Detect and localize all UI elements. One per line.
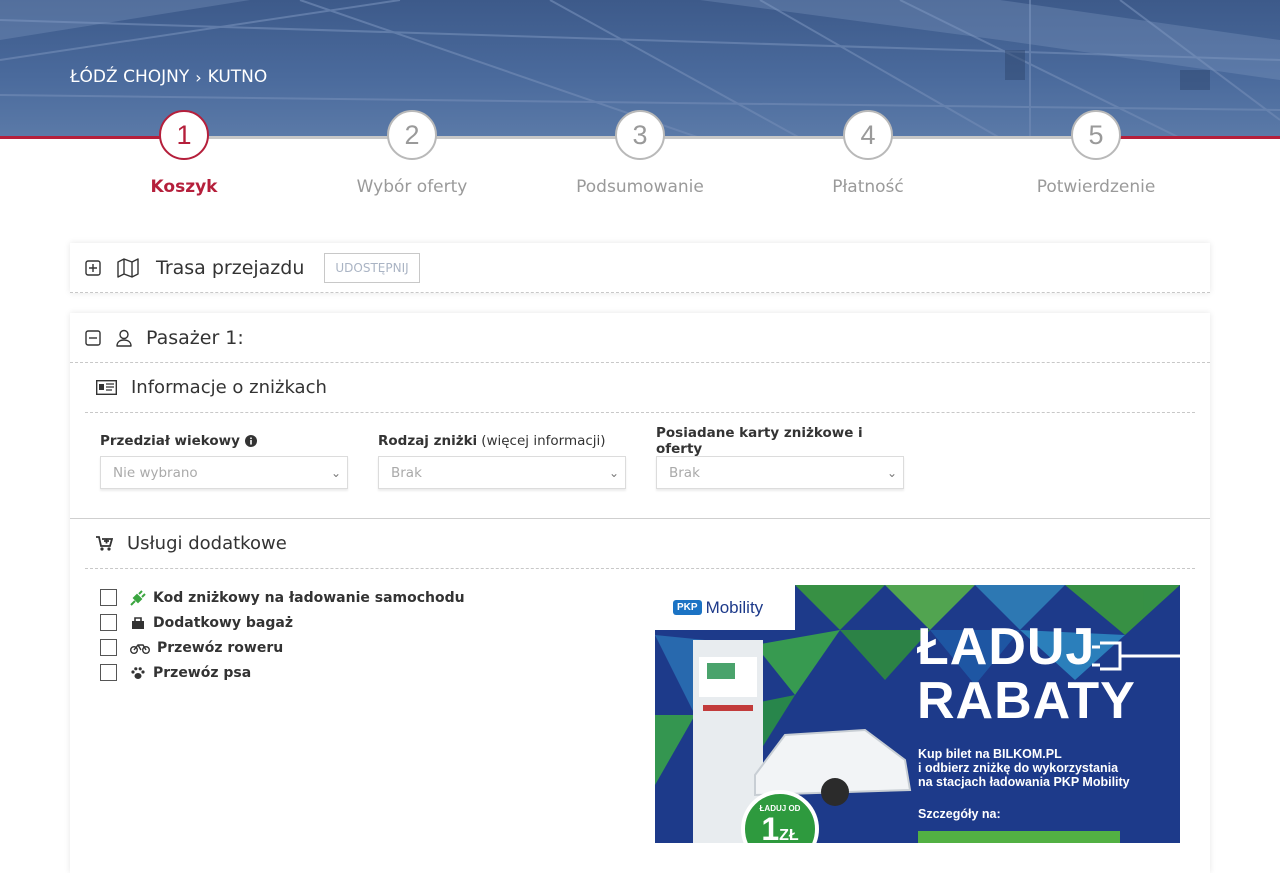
discount-type-field: Rodzaj zniżki (więcej informacji) Brak ⌄ [378,431,626,518]
price-caption: ŁADUJ OD [759,804,801,813]
price-value-row: 1ZŁ [745,813,815,843]
chevron-down-icon: ⌄ [886,465,897,480]
service-checkbox[interactable] [100,589,117,606]
step-offer[interactable]: 2 Wybór oferty [332,110,492,197]
service-extra-luggage[interactable]: Dodatkowy bagaż [100,610,655,635]
step-label: Potwierdzenie [1036,177,1156,197]
passenger-panel-header[interactable]: Pasażer 1: [70,313,1210,363]
price-value: 1 [761,811,780,843]
ev-plug-icon [129,589,147,606]
discount-cards-select[interactable]: Brak ⌄ [656,456,904,489]
map-icon [116,257,140,278]
discount-type-value: Brak [391,464,422,481]
discounts-title: Informacje o zniżkach [131,377,327,398]
step-cart[interactable]: 1 Koszyk [104,110,264,197]
age-range-label: Przedział wiekowy [100,433,240,449]
step-number: 4 [843,110,893,160]
collapse-minus-icon[interactable] [84,329,102,346]
paw-icon [129,666,147,680]
banner-headline-line2: RABATY [917,672,1136,730]
service-label: Kod zniżkowy na ładowanie samochodu [153,589,465,606]
age-range-value: Nie wybrano [113,464,198,481]
service-checkbox[interactable] [100,614,117,631]
banner-body-line2: i odbierz zniżkę do wykorzystania [918,761,1119,775]
services-list: Kod zniżkowy na ładowanie samochodu Doda… [100,585,655,685]
service-checkbox[interactable] [100,664,117,681]
banner-body-line1: Kup bilet na BILKOM.PL [918,747,1062,761]
discount-type-label-row: Rodzaj zniżki (więcej informacji) [378,431,626,451]
luggage-icon [129,616,147,630]
step-number: 3 [615,110,665,160]
route-title: Trasa przejazdu [156,256,305,279]
bicycle-icon [129,642,151,654]
cart-plus-icon [95,536,113,551]
banner-link-bar[interactable] [918,831,1120,843]
step-label: Koszyk [150,177,218,197]
banner-body: Kup bilet na BILKOM.PL i odbierz zniżkę … [918,747,1130,789]
service-label: Dodatkowy bagaż [153,614,293,631]
chevron-down-icon: ⌄ [330,465,341,480]
banner-body-line3: na stacjach ładowania PKP Mobility [918,775,1130,789]
step-summary[interactable]: 3 Podsumowanie [560,110,720,197]
service-checkbox[interactable] [100,639,117,656]
step-number: 1 [159,110,209,160]
step-payment[interactable]: 4 Płatność [788,110,948,197]
passenger-title: Pasażer 1: [146,326,244,349]
promo-banner[interactable]: PKP Mobility ŁADUJ RABATY Kup bilet na B… [655,585,1180,843]
share-button[interactable]: UDOSTĘPNIJ [324,252,420,283]
step-number: 5 [1071,110,1121,160]
logo-text: Mobility [705,597,764,617]
age-range-select[interactable]: Nie wybrano ⌄ [100,456,348,489]
price-unit: ZŁ [779,827,799,843]
chevron-right-icon: › [195,67,202,87]
discount-cards-label: Posiadane karty zniżkowe i oferty [656,425,863,457]
service-bicycle[interactable]: Przewóz roweru [100,635,655,660]
logo-badge: PKP [673,600,702,615]
service-dog[interactable]: Przewóz psa [100,660,655,685]
discount-cards-value: Brak [669,464,700,481]
service-label: Przewóz roweru [157,639,284,656]
info-icon[interactable] [244,435,257,447]
step-number: 2 [387,110,437,160]
step-confirmation[interactable]: 5 Potwierdzenie [1016,110,1176,197]
route-panel-header[interactable]: Trasa przejazdu UDOSTĘPNIJ [70,243,1210,293]
step-label: Wybór oferty [356,177,468,197]
more-info-link[interactable]: (więcej informacji) [481,433,605,449]
discount-type-select[interactable]: Brak ⌄ [378,456,626,489]
discount-cards-field: Posiadane karty zniżkowe i oferty Brak ⌄ [656,425,904,518]
breadcrumb: ŁÓDŹ CHOJNY › KUTNO [70,67,267,87]
step-label: Płatność [832,177,904,197]
user-icon [114,329,134,347]
expand-plus-icon[interactable] [84,259,102,276]
id-card-icon [95,380,117,395]
banner-headline-line1: ŁADUJ [917,618,1096,676]
age-range-field: Przedział wiekowy Nie wybrano ⌄ [100,431,348,518]
discount-type-label: Rodzaj zniżki [378,433,478,449]
service-label: Przewóz psa [153,664,252,681]
breadcrumb-from: ŁÓDŹ CHOJNY [70,67,190,87]
age-range-label-row: Przedział wiekowy [100,431,348,451]
service-ev-charging[interactable]: Kod zniżkowy na ładowanie samochodu [100,585,655,610]
discount-fields: Przedział wiekowy Nie wybrano ⌄ Rodzaj z… [70,413,1210,518]
route-panel: Trasa przejazdu UDOSTĘPNIJ [70,243,1210,293]
breadcrumb-to: KUTNO [207,67,268,87]
banner-headline: ŁADUJ RABATY [917,620,1136,728]
pkp-mobility-logo: PKP Mobility [655,585,795,630]
discounts-header: Informacje o zniżkach [85,363,1195,413]
chevron-down-icon: ⌄ [608,465,619,480]
banner-details: Szczegóły na: [918,807,1001,821]
services-header: Usługi dodatkowe [85,519,1195,569]
services-title: Usługi dodatkowe [127,533,287,554]
step-label: Podsumowanie [576,177,704,197]
